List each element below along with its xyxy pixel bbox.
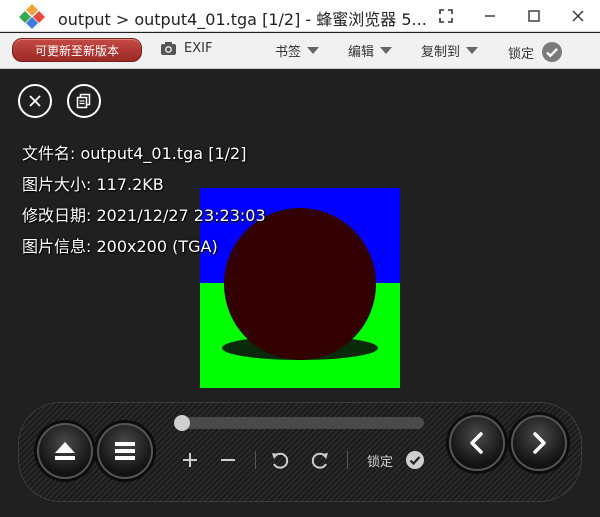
seek-slider[interactable] — [174, 415, 424, 431]
minimize-button[interactable] — [468, 0, 512, 32]
rotate-left-icon — [272, 452, 289, 469]
title-bar: output > output4_01.tga [1/2] - 蜂蜜浏览器 5.… — [0, 0, 600, 32]
lock-toggle-label[interactable]: 锁定 — [367, 451, 393, 470]
copy-to-label: 复制到 — [421, 45, 461, 60]
maximize-icon — [528, 10, 540, 22]
eject-button[interactable] — [37, 423, 93, 479]
close-icon — [29, 95, 41, 107]
minus-icon — [221, 459, 235, 461]
chevron-down-icon — [380, 47, 393, 54]
toolbar: 可更新至新版本 EXIF 书签 编辑 复制到 锁定 — [0, 33, 600, 69]
plus-icon — [183, 453, 197, 467]
app-logo-icon — [19, 4, 45, 29]
copy-icon — [76, 93, 91, 109]
image-viewer: 文件名: output4_01.tga [1/2] 图片大小: 117.2KB … — [0, 69, 600, 517]
info-modified: 修改日期: 2021/12/27 23:23:03 — [22, 206, 266, 225]
close-viewer-button[interactable] — [18, 84, 52, 118]
check-circle-icon — [406, 451, 424, 469]
eject-icon — [55, 442, 75, 460]
chevron-left-icon — [470, 432, 483, 454]
rotate-right-button[interactable] — [309, 449, 331, 471]
edit-menu[interactable]: 编辑 — [348, 41, 393, 60]
zoom-in-button[interactable] — [179, 449, 201, 471]
seek-handle[interactable] — [174, 415, 190, 431]
lock-toggle[interactable]: 锁定 — [508, 41, 563, 63]
zoom-out-button[interactable] — [217, 449, 239, 471]
info-dimensions: 图片信息: 200x200 (TGA) — [22, 237, 218, 256]
exif-button[interactable]: EXIF — [160, 41, 212, 56]
divider — [347, 451, 348, 469]
info-filename: 文件名: output4_01.tga [1/2] — [22, 144, 247, 163]
info-size: 图片大小: 117.2KB — [22, 175, 164, 194]
close-icon — [572, 10, 584, 22]
copy-info-button[interactable] — [67, 84, 101, 118]
window-title: output > output4_01.tga [1/2] - 蜂蜜浏览器 5.… — [58, 10, 427, 29]
check-circle-icon — [542, 42, 563, 62]
menu-button[interactable] — [97, 423, 153, 479]
fullscreen-icon — [439, 9, 453, 23]
divider — [255, 451, 256, 469]
rotate-right-icon — [311, 452, 328, 469]
previous-button[interactable] — [449, 415, 505, 471]
camera-icon — [161, 42, 176, 55]
sphere — [224, 208, 376, 360]
bookmarks-label: 书签 — [275, 45, 302, 60]
maximize-button[interactable] — [512, 0, 556, 32]
rotate-left-button[interactable] — [269, 449, 291, 471]
chevron-down-icon — [307, 47, 320, 54]
close-button[interactable] — [556, 0, 600, 32]
menu-icon — [115, 442, 135, 460]
copy-to-menu[interactable]: 复制到 — [421, 41, 479, 60]
bookmarks-menu[interactable]: 书签 — [275, 41, 320, 60]
exif-label: EXIF — [184, 41, 213, 56]
next-button[interactable] — [511, 415, 567, 471]
edit-label: 编辑 — [348, 45, 375, 60]
fullscreen-button[interactable] — [424, 0, 468, 32]
lock-label: 锁定 — [508, 46, 535, 62]
chevron-right-icon — [533, 432, 546, 454]
playback-control-bar: 锁定 — [18, 402, 582, 502]
minimize-icon — [485, 15, 495, 17]
update-button[interactable]: 可更新至新版本 — [12, 38, 142, 62]
lock-check-button[interactable] — [404, 449, 426, 471]
chevron-down-icon — [466, 47, 479, 54]
